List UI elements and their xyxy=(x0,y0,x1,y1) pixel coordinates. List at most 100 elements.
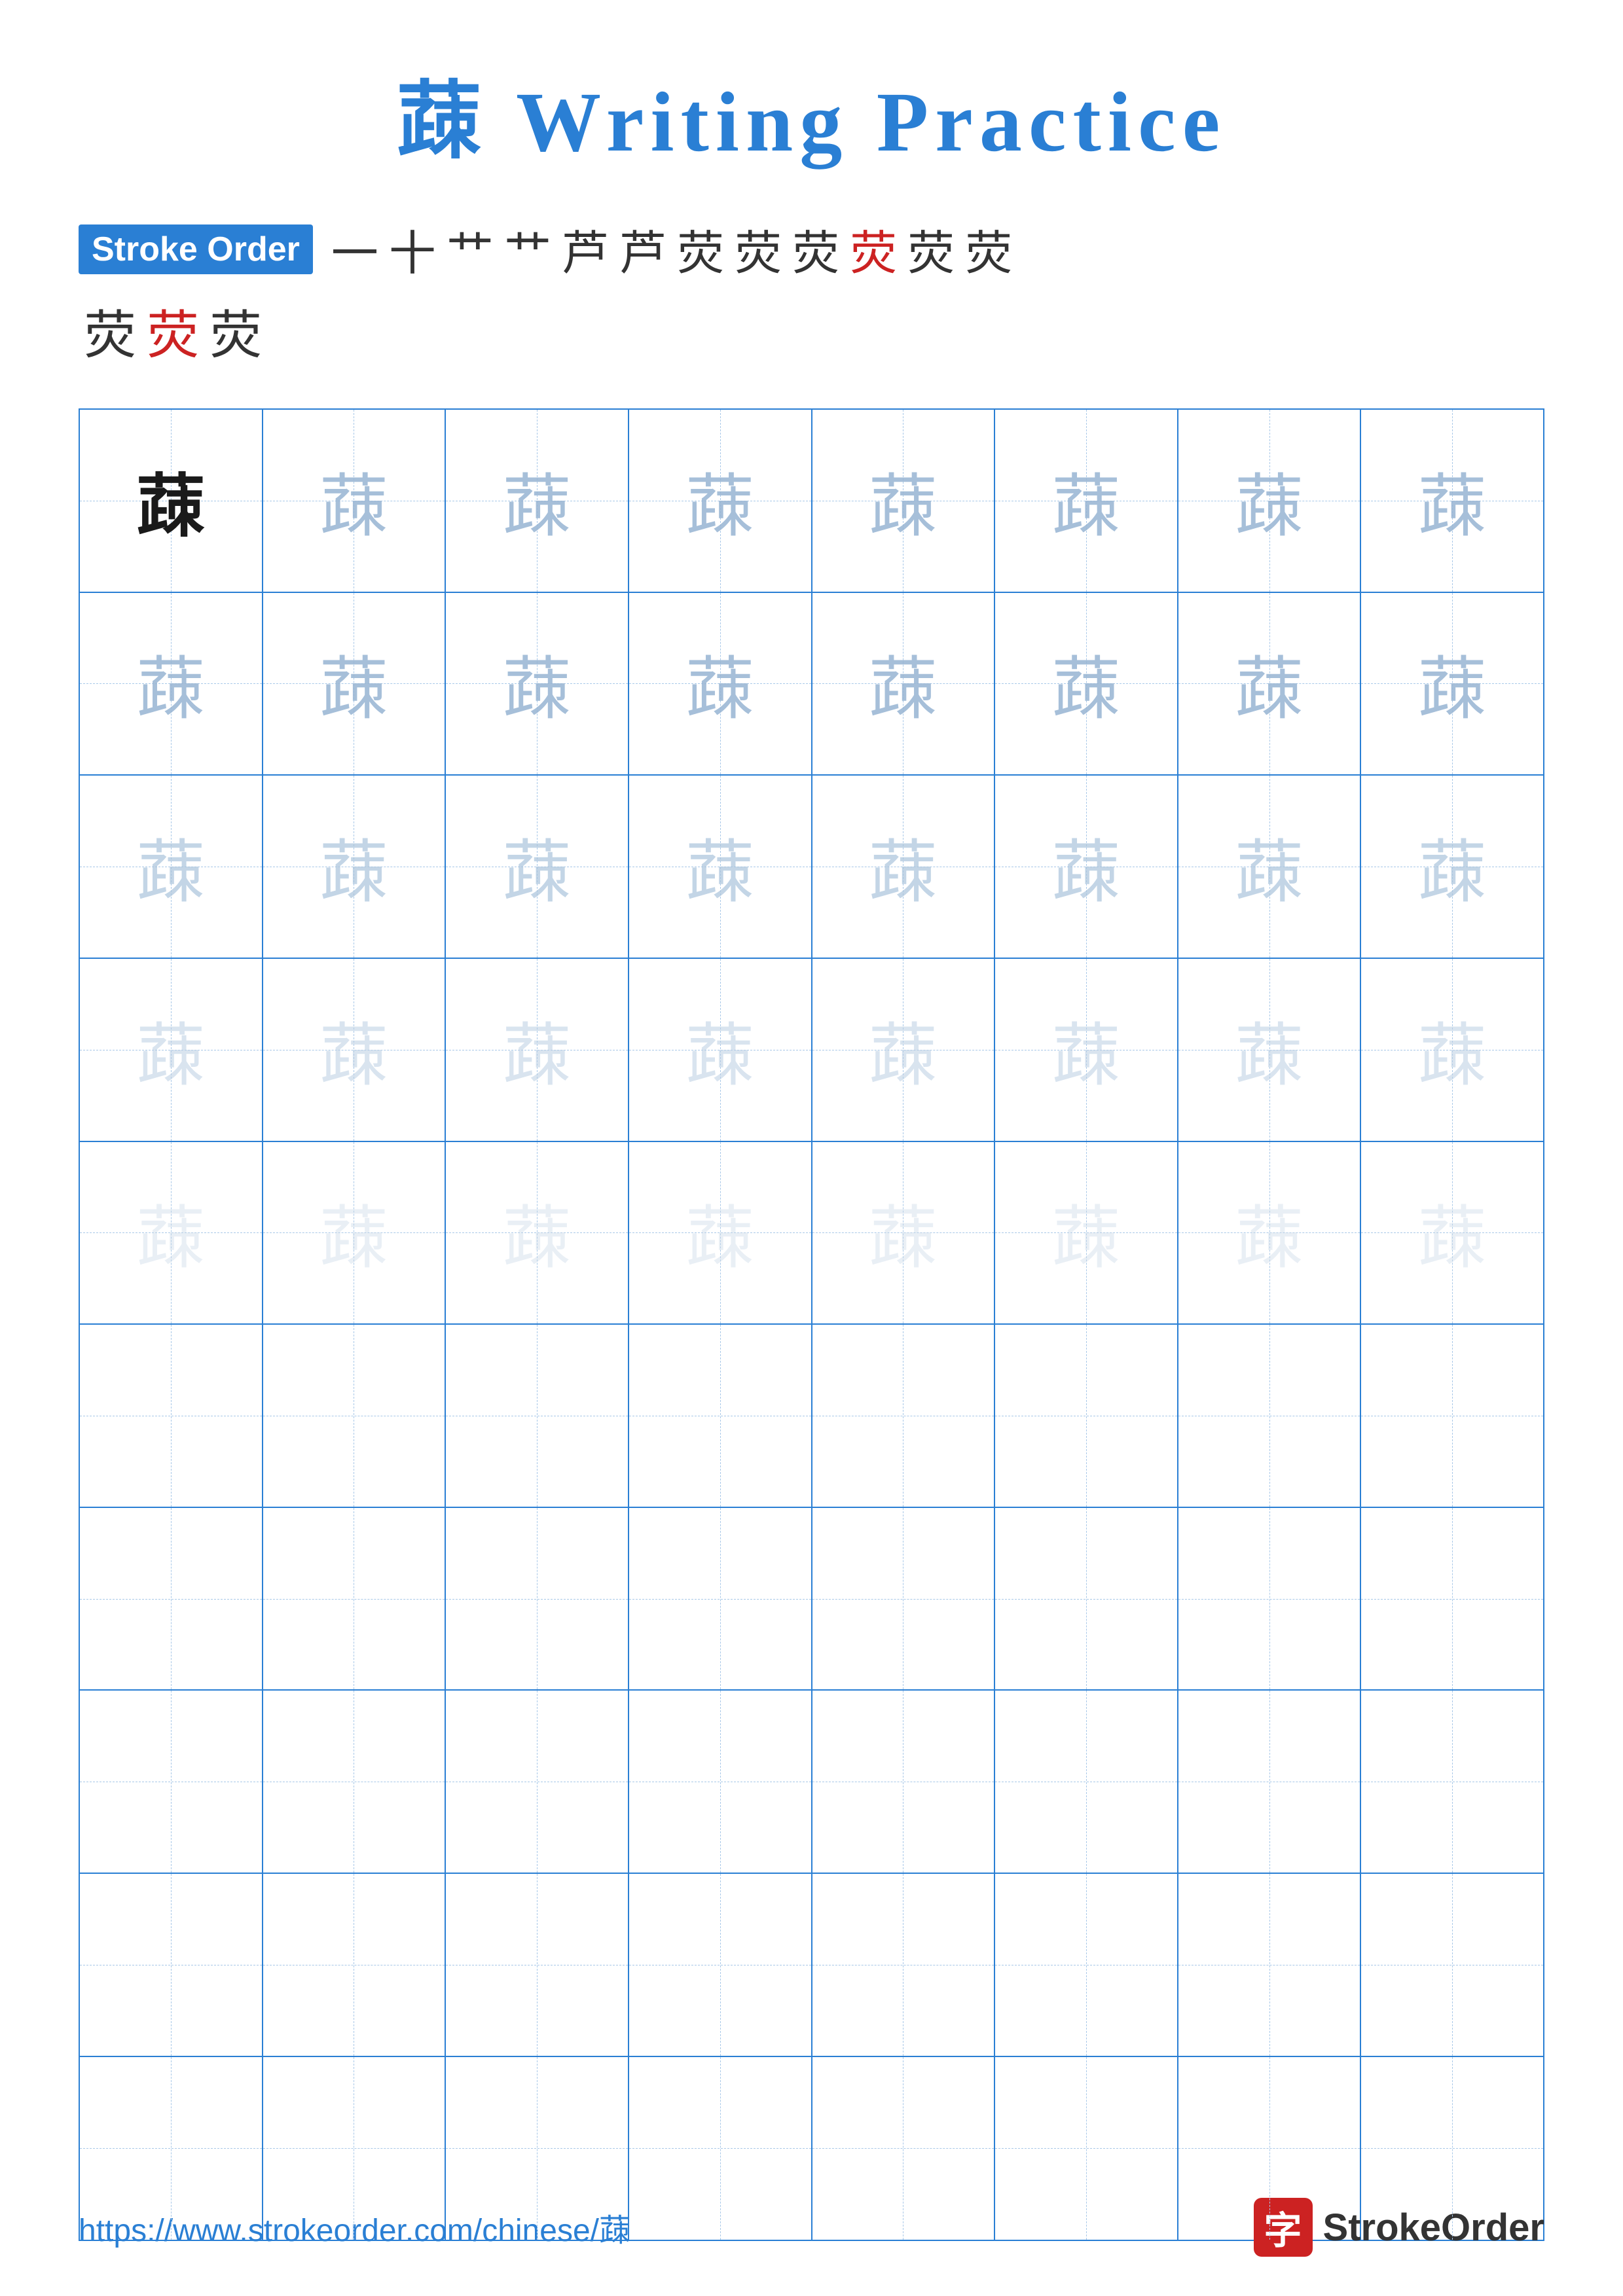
grid-cell[interactable]: 䔫 xyxy=(812,776,996,959)
grid-cell[interactable]: 䔫 xyxy=(629,593,812,776)
grid-cell[interactable]: 䔫 xyxy=(80,410,263,593)
grid-cell[interactable] xyxy=(1178,1874,1362,2057)
grid-cell[interactable]: 䔫 xyxy=(995,959,1178,1142)
grid-cell[interactable] xyxy=(995,1325,1178,1508)
grid-cell[interactable] xyxy=(1178,1325,1362,1508)
grid-character: 䔫 xyxy=(1051,1000,1120,1100)
grid-character: 䔫 xyxy=(1418,634,1487,733)
grid-cell[interactable]: 䔫 xyxy=(1178,593,1362,776)
grid-cell[interactable] xyxy=(629,1691,812,1874)
grid-cell[interactable]: 䔫 xyxy=(995,776,1178,959)
grid-character: 䔫 xyxy=(1418,817,1487,916)
grid-cell[interactable] xyxy=(446,1691,629,1874)
grid-cell[interactable]: 䔫 xyxy=(995,1142,1178,1325)
grid-cell[interactable]: 䔫 xyxy=(1178,776,1362,959)
grid-cell[interactable] xyxy=(812,1691,996,1874)
grid-cell[interactable]: 䔫 xyxy=(629,1142,812,1325)
grid-cell[interactable]: 䔫 xyxy=(995,593,1178,776)
grid-cell[interactable]: 䔫 xyxy=(446,959,629,1142)
grid-cell[interactable]: 䔫 xyxy=(812,593,996,776)
grid-cell[interactable]: 䔫 xyxy=(263,776,447,959)
grid-character: 䔫 xyxy=(1051,1183,1120,1282)
grid-cell[interactable] xyxy=(812,1508,996,1691)
page-title: 䔫 Writing Practice xyxy=(397,52,1227,175)
grid-row xyxy=(80,1508,1543,1691)
grid-cell[interactable]: 䔫 xyxy=(812,959,996,1142)
grid-cell[interactable]: 䔫 xyxy=(1361,959,1543,1142)
grid-cell[interactable] xyxy=(995,1691,1178,1874)
grid-cell[interactable]: 䔫 xyxy=(1178,1142,1362,1325)
grid-cell[interactable] xyxy=(1178,1691,1362,1874)
grid-cell[interactable]: 䔫 xyxy=(1361,410,1543,593)
grid-cell[interactable] xyxy=(80,1874,263,2057)
grid-cell[interactable]: 䔫 xyxy=(80,776,263,959)
grid-character: 䔫 xyxy=(1051,817,1120,916)
grid-cell[interactable]: 䔫 xyxy=(80,1142,263,1325)
grid-cell[interactable]: 䔫 xyxy=(629,410,812,593)
grid-cell[interactable] xyxy=(263,1508,447,1691)
grid-character: 䔫 xyxy=(319,1000,388,1100)
grid-cell[interactable]: 䔫 xyxy=(812,410,996,593)
footer: https://www.strokeorder.com/chinese/䔫 字 … xyxy=(79,2198,1544,2257)
grid-character: 䔫 xyxy=(869,1000,938,1100)
grid-cell[interactable]: 䔫 xyxy=(995,410,1178,593)
grid-cell[interactable] xyxy=(80,1691,263,1874)
grid-cell[interactable] xyxy=(812,1325,996,1508)
footer-logo: 字 StrokeOrder xyxy=(1254,2198,1544,2257)
grid-cell[interactable] xyxy=(1361,1691,1543,1874)
page: 䔫 Writing Practice Stroke Order 一 十 艹 艹 … xyxy=(0,0,1623,2296)
grid-character: 䔫 xyxy=(136,1000,205,1100)
grid-cell[interactable] xyxy=(629,1508,812,1691)
grid-character: 䔫 xyxy=(869,1183,938,1282)
grid-cell[interactable]: 䔫 xyxy=(446,1142,629,1325)
grid-cell[interactable] xyxy=(446,1325,629,1508)
grid-cell[interactable] xyxy=(263,1874,447,2057)
grid-cell[interactable]: 䔫 xyxy=(446,593,629,776)
stroke-1: 一 xyxy=(331,215,378,283)
grid-character: 䔫 xyxy=(685,451,754,550)
grid-cell[interactable] xyxy=(995,1874,1178,2057)
grid-cell[interactable]: 䔫 xyxy=(1178,959,1362,1142)
stroke-9: 荧 xyxy=(792,215,839,283)
grid-cell[interactable] xyxy=(263,1691,447,1874)
grid-cell[interactable]: 䔫 xyxy=(80,593,263,776)
grid-cell[interactable] xyxy=(1361,1325,1543,1508)
grid-cell[interactable] xyxy=(629,1325,812,1508)
grid-cell[interactable]: 䔫 xyxy=(1361,593,1543,776)
grid-character: 䔫 xyxy=(503,1000,572,1100)
stroke-12: 荧 xyxy=(965,215,1012,283)
grid-cell[interactable] xyxy=(263,1325,447,1508)
practice-grid: 䔫䔫䔫䔫䔫䔫䔫䔫䔫䔫䔫䔫䔫䔫䔫䔫䔫䔫䔫䔫䔫䔫䔫䔫䔫䔫䔫䔫䔫䔫䔫䔫䔫䔫䔫䔫䔫䔫䔫䔫 xyxy=(79,408,1544,2241)
grid-cell[interactable] xyxy=(80,1325,263,1508)
grid-cell[interactable] xyxy=(1178,1508,1362,1691)
grid-cell[interactable] xyxy=(80,1508,263,1691)
grid-cell[interactable] xyxy=(629,1874,812,2057)
grid-cell[interactable] xyxy=(812,1874,996,2057)
grid-cell[interactable]: 䔫 xyxy=(1361,776,1543,959)
grid-cell[interactable] xyxy=(995,1508,1178,1691)
grid-cell[interactable]: 䔫 xyxy=(446,410,629,593)
grid-character: 䔫 xyxy=(1051,451,1120,550)
grid-character: 䔫 xyxy=(1418,451,1487,550)
grid-cell[interactable] xyxy=(446,1508,629,1691)
grid-cell[interactable]: 䔫 xyxy=(263,959,447,1142)
grid-character: 䔫 xyxy=(869,451,938,550)
footer-url[interactable]: https://www.strokeorder.com/chinese/䔫 xyxy=(79,2204,630,2250)
grid-character: 䔫 xyxy=(503,817,572,916)
grid-character: 䔫 xyxy=(503,451,572,550)
grid-cell[interactable]: 䔫 xyxy=(263,410,447,593)
grid-cell[interactable]: 䔫 xyxy=(446,776,629,959)
grid-cell[interactable] xyxy=(1361,1508,1543,1691)
grid-cell[interactable] xyxy=(446,1874,629,2057)
grid-cell[interactable]: 䔫 xyxy=(1178,410,1362,593)
stroke-order-section: Stroke Order 一 十 艹 艹 芦 芦 荧 荧 荧 荧 荧 荧 荧 荧… xyxy=(79,215,1544,369)
grid-cell[interactable]: 䔫 xyxy=(263,593,447,776)
grid-cell[interactable]: 䔫 xyxy=(80,959,263,1142)
grid-character: 䔫 xyxy=(136,817,205,916)
grid-cell[interactable]: 䔫 xyxy=(812,1142,996,1325)
grid-cell[interactable]: 䔫 xyxy=(629,776,812,959)
grid-cell[interactable]: 䔫 xyxy=(629,959,812,1142)
grid-cell[interactable]: 䔫 xyxy=(263,1142,447,1325)
grid-cell[interactable]: 䔫 xyxy=(1361,1142,1543,1325)
grid-cell[interactable] xyxy=(1361,1874,1543,2057)
